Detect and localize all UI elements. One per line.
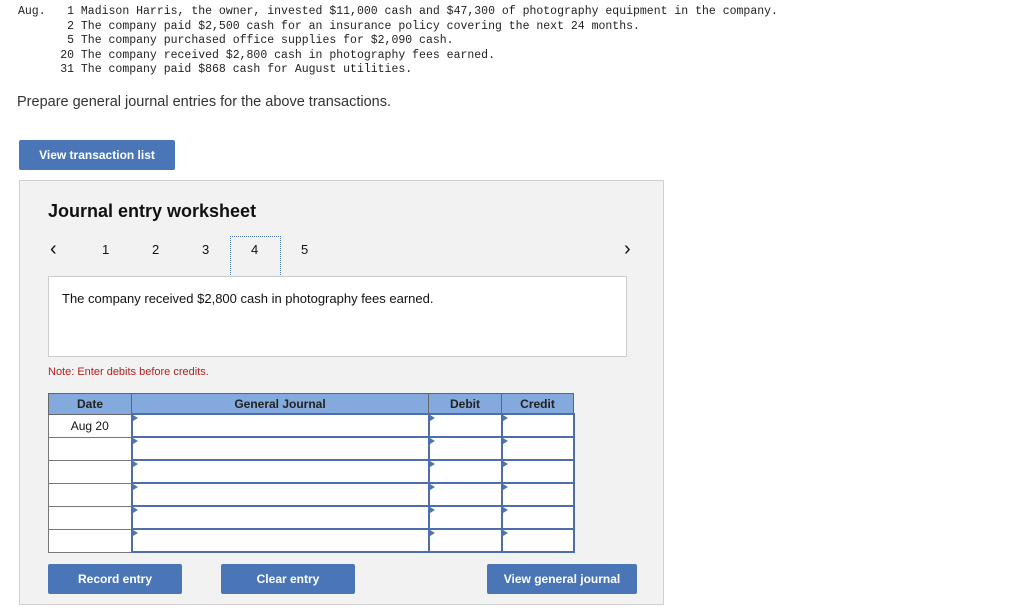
col-debit: Debit — [428, 393, 502, 415]
credit-input[interactable] — [500, 459, 575, 484]
credit-input[interactable] — [500, 505, 575, 530]
table-row — [48, 505, 575, 530]
date-cell[interactable] — [48, 459, 132, 484]
credit-input[interactable] — [500, 436, 575, 461]
col-credit: Credit — [501, 393, 574, 415]
transaction-line: 20 The company received $2,800 cash in p… — [60, 48, 495, 62]
transaction-line: 31 The company paid $868 cash for August… — [60, 63, 413, 77]
table-row — [48, 436, 575, 461]
page-1[interactable]: 1 — [102, 242, 109, 257]
debit-input[interactable] — [427, 482, 503, 507]
debit-input[interactable] — [427, 505, 503, 530]
account-input[interactable] — [130, 528, 430, 553]
transaction-line: 5 The company purchased office supplies … — [67, 34, 454, 48]
chevron-left-icon[interactable]: ‹ — [50, 238, 57, 261]
page-5[interactable]: 5 — [301, 242, 308, 257]
account-input[interactable] — [130, 436, 430, 461]
debit-input[interactable] — [427, 413, 503, 438]
account-input[interactable] — [130, 505, 430, 530]
credit-input[interactable] — [500, 528, 575, 553]
credit-input[interactable] — [500, 413, 575, 438]
note: Note: Enter debits before credits. — [48, 366, 209, 378]
transaction-line: Aug. 1 Madison Harris, the owner, investe… — [18, 5, 778, 18]
date-cell[interactable]: Aug 20 — [48, 413, 132, 438]
debit-input[interactable] — [427, 436, 503, 461]
instructions: Prepare general journal entries for the … — [17, 94, 391, 110]
page-2[interactable]: 2 — [152, 242, 159, 257]
date-cell[interactable] — [48, 505, 132, 530]
col-date: Date — [48, 393, 132, 415]
account-input[interactable] — [130, 482, 430, 507]
worksheet-title: Journal entry worksheet — [48, 201, 257, 221]
page-3[interactable]: 3 — [202, 242, 209, 257]
clear-entry-button[interactable]: Clear entry — [221, 564, 355, 594]
table-row — [48, 482, 575, 507]
table-row: Aug 20 — [48, 413, 575, 438]
page-4[interactable]: 4 — [251, 242, 258, 257]
journal-table: Date General Journal Debit Credit Aug 20 — [48, 393, 575, 553]
record-entry-button[interactable]: Record entry — [48, 564, 182, 594]
debit-input[interactable] — [427, 528, 503, 553]
account-input[interactable] — [130, 459, 430, 484]
transaction-line: 2 The company paid $2,500 cash for an in… — [67, 19, 640, 33]
view-general-journal-button[interactable]: View general journal — [487, 564, 637, 594]
transaction-list: Aug. 1 Madison Harris, the owner, investe… — [18, 5, 778, 78]
date-cell[interactable] — [48, 482, 132, 507]
chevron-right-icon[interactable]: › — [624, 238, 631, 261]
table-row — [48, 459, 575, 484]
credit-input[interactable] — [500, 482, 575, 507]
transaction-description: The company received $2,800 cash in phot… — [48, 276, 627, 357]
table-row — [48, 528, 575, 553]
view-transaction-list-button[interactable]: View transaction list — [19, 140, 175, 170]
date-cell[interactable] — [48, 528, 132, 553]
col-general-journal: General Journal — [131, 393, 429, 415]
debit-input[interactable] — [427, 459, 503, 484]
account-input[interactable] — [130, 413, 430, 438]
date-cell[interactable] — [48, 436, 132, 461]
